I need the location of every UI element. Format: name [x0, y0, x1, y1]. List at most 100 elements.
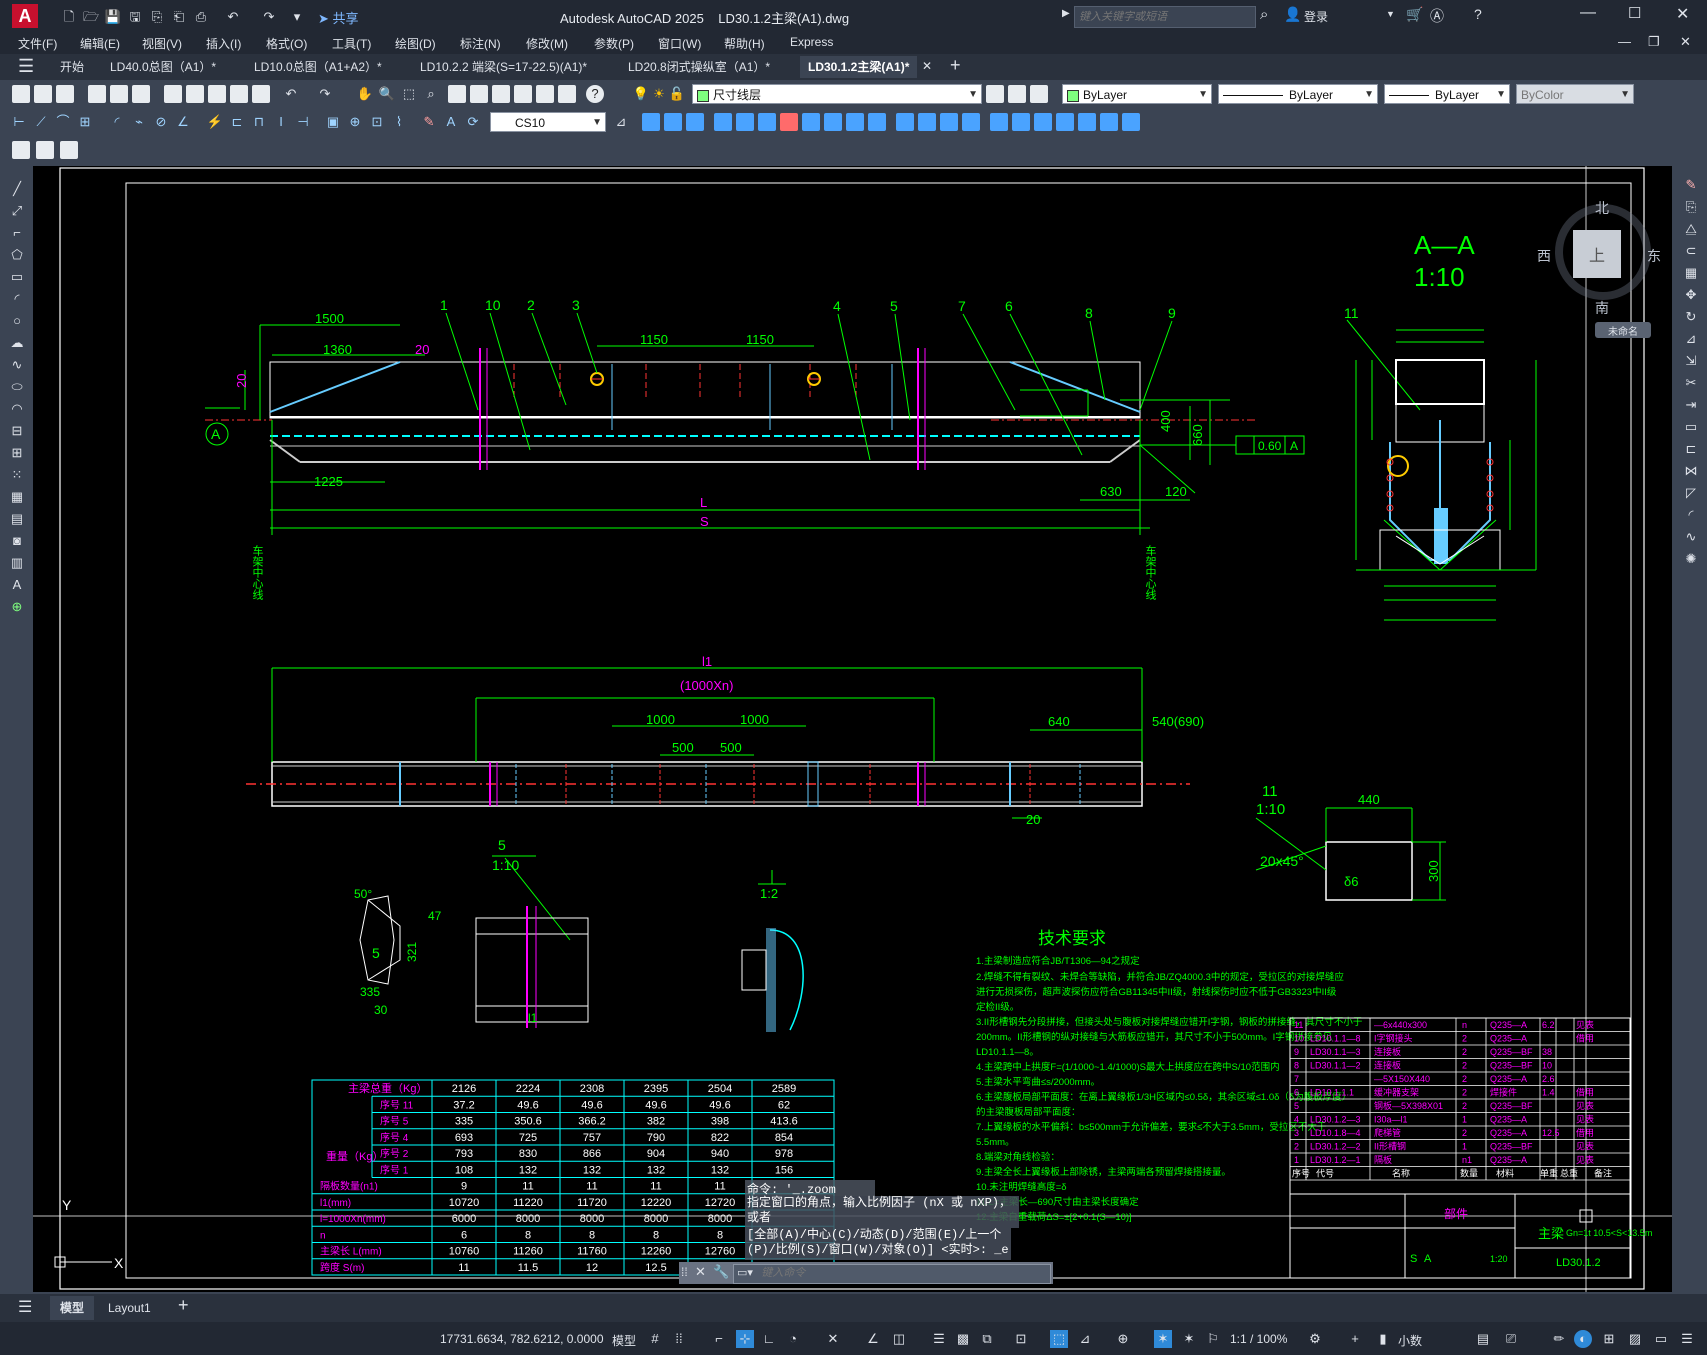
polygon-icon[interactable]: ⬠ [8, 246, 26, 264]
3dosnap-icon[interactable]: ⊡ [1012, 1330, 1030, 1348]
offset-icon[interactable]: ⊂ [1682, 242, 1700, 260]
dimstyle-manager-icon[interactable]: ⊿ [612, 113, 630, 131]
move-tool-icon[interactable] [736, 113, 754, 131]
hatch-icon[interactable]: ▦ [8, 488, 26, 506]
quick-properties-icon[interactable]: ▤ [1474, 1330, 1492, 1348]
new-icon[interactable] [12, 85, 30, 103]
break-icon[interactable]: ⊏ [1682, 440, 1700, 458]
pickbox-icon[interactable] [12, 141, 30, 159]
menu-insert[interactable]: 插入(I) [206, 35, 241, 52]
isolate-objects-icon[interactable]: ✏ [1550, 1330, 1568, 1348]
login-dropdown-icon[interactable]: ▼ [1386, 9, 1395, 19]
autodesk-app-icon[interactable]: Ⓐ [1430, 6, 1444, 26]
units-value[interactable]: 小数 [1398, 1332, 1422, 1349]
construction-line-icon[interactable]: ⤢ [8, 202, 26, 220]
region-icon[interactable]: ◙ [8, 532, 26, 550]
tab-start[interactable]: 开始 [52, 56, 92, 78]
gradient-icon[interactable]: ▤ [8, 510, 26, 528]
menu-modify[interactable]: 修改(M) [526, 35, 568, 52]
maximize-button[interactable]: ☐ [1628, 4, 1641, 22]
mirror-icon[interactable]: ⧋ [1682, 220, 1700, 238]
make-block-icon[interactable]: ⊞ [8, 444, 26, 462]
autoscale-icon[interactable]: ✶ [1180, 1330, 1198, 1348]
doc-close-button[interactable]: ✕ [1680, 34, 1691, 50]
mirror-tool-icon[interactable] [664, 113, 682, 131]
tolerance-icon[interactable]: ▣ [324, 113, 342, 131]
properties-icon[interactable] [448, 85, 466, 103]
explode-tool-icon[interactable] [990, 113, 1008, 131]
command-options-icon[interactable]: 🔧 [713, 1264, 729, 1280]
fullscreen-icon[interactable]: ▭ [1652, 1330, 1670, 1348]
tool-palettes-icon[interactable] [492, 85, 510, 103]
menu-help[interactable]: 帮助(H) [724, 35, 765, 52]
ellipse-icon[interactable]: ⬭ [8, 378, 26, 396]
plotstyle-dropdown[interactable]: ByColor ▼ [1516, 84, 1634, 104]
menu-draw[interactable]: 绘图(D) [395, 35, 436, 52]
dim-continue-icon[interactable]: ⊓ [250, 113, 268, 131]
command-input-box[interactable]: ▭▾ [733, 1264, 1051, 1284]
dim-radius-icon[interactable]: ◜ [108, 113, 126, 131]
annotation-visibility-icon[interactable]: ✶ [1154, 1330, 1172, 1348]
markup-icon[interactable] [536, 85, 554, 103]
tab-model[interactable]: 模型 [50, 1296, 95, 1320]
tab-close-icon[interactable]: ✕ [922, 59, 932, 73]
fillet-tool-icon[interactable] [962, 113, 980, 131]
dim-update-icon[interactable]: ⟳ [464, 113, 482, 131]
send-back-icon[interactable] [1056, 113, 1074, 131]
chamfer-icon[interactable]: ◸ [1682, 484, 1700, 502]
layer-state-icon[interactable] [1030, 85, 1048, 103]
offset-tool-icon[interactable] [686, 113, 704, 131]
search-expand-icon[interactable]: ▶ [1062, 8, 1070, 19]
minimize-button[interactable]: — [1580, 4, 1596, 22]
tab-ld40[interactable]: LD40.0总图（A1）* [102, 56, 224, 78]
wcs-menu[interactable]: 未命名 [1595, 322, 1651, 338]
stretch-tool-icon[interactable] [824, 113, 842, 131]
open-icon[interactable] [34, 85, 52, 103]
revcloud-icon[interactable]: ☁ [8, 334, 26, 352]
table-icon[interactable]: ▥ [8, 554, 26, 572]
plot-icon[interactable] [88, 85, 106, 103]
layer-dropdown[interactable]: 尺寸线层 ▼ [692, 84, 982, 104]
layer-lock-icon[interactable]: 🔓 [668, 85, 686, 103]
layer-on-icon[interactable]: 💡 [632, 85, 650, 103]
text-front-icon[interactable] [1122, 113, 1140, 131]
annotation-scale-icon[interactable]: ⚐ [1204, 1330, 1222, 1348]
center-mark-icon[interactable]: ⊕ [346, 113, 364, 131]
tab-ld10[interactable]: LD10.0总图（A1+A2）* [246, 56, 390, 78]
layer-thaw-icon[interactable]: ☀ [650, 85, 668, 103]
ellipse-arc-icon[interactable]: ◠ [8, 400, 26, 418]
undo-icon[interactable]: ↶ [282, 85, 300, 103]
dim-space-icon[interactable]: I [272, 113, 290, 131]
chamfer-tool-icon[interactable] [940, 113, 958, 131]
copy-icon[interactable]: ⎘ [1682, 198, 1700, 216]
undo-icon[interactable]: ↶ [224, 8, 242, 26]
polar-icon[interactable]: ◔ [784, 1330, 802, 1348]
menu-window[interactable]: 窗口(W) [658, 35, 701, 52]
arc-icon[interactable]: ◜ [8, 290, 26, 308]
add-layout-icon[interactable]: + [178, 1295, 189, 1316]
mtext-icon[interactable]: A [8, 576, 26, 594]
search-input[interactable] [1075, 7, 1251, 27]
save-icon[interactable]: 💾 [104, 8, 122, 26]
doc-minimize-button[interactable]: — [1618, 34, 1631, 49]
menu-format[interactable]: 格式(O) [266, 35, 307, 52]
scale-icon[interactable]: ⊿ [1682, 330, 1700, 348]
dynamic-ucs-icon[interactable]: ⬚ [1050, 1330, 1068, 1348]
command-input[interactable] [759, 1265, 1004, 1281]
line-icon[interactable]: ╱ [8, 180, 26, 198]
plot-icon[interactable]: ⎙ [192, 8, 210, 26]
spline-icon[interactable]: ∿ [8, 356, 26, 374]
selection-filter-icon[interactable]: ⊿ [1076, 1330, 1094, 1348]
redo-icon[interactable]: ↷ [260, 8, 278, 26]
fillet-icon[interactable]: ◜ [1682, 506, 1700, 524]
snap-icon[interactable]: ⁞⁞ [670, 1330, 688, 1348]
annotation-scale[interactable]: 1:1 / 100% [1230, 1332, 1287, 1346]
layer-previous-icon[interactable] [1008, 85, 1026, 103]
units-icon[interactable]: ▮ [1374, 1330, 1392, 1348]
rotate-icon[interactable]: ↻ [1682, 308, 1700, 326]
dynamic-input-icon[interactable]: ⊹ [736, 1330, 754, 1348]
help-icon[interactable]: ? [586, 85, 604, 103]
workspace-icon[interactable]: ⚙ [1306, 1330, 1324, 1348]
viewcube-west[interactable]: 西 [1537, 246, 1551, 266]
open-icon[interactable]: 🗁 [82, 8, 100, 26]
